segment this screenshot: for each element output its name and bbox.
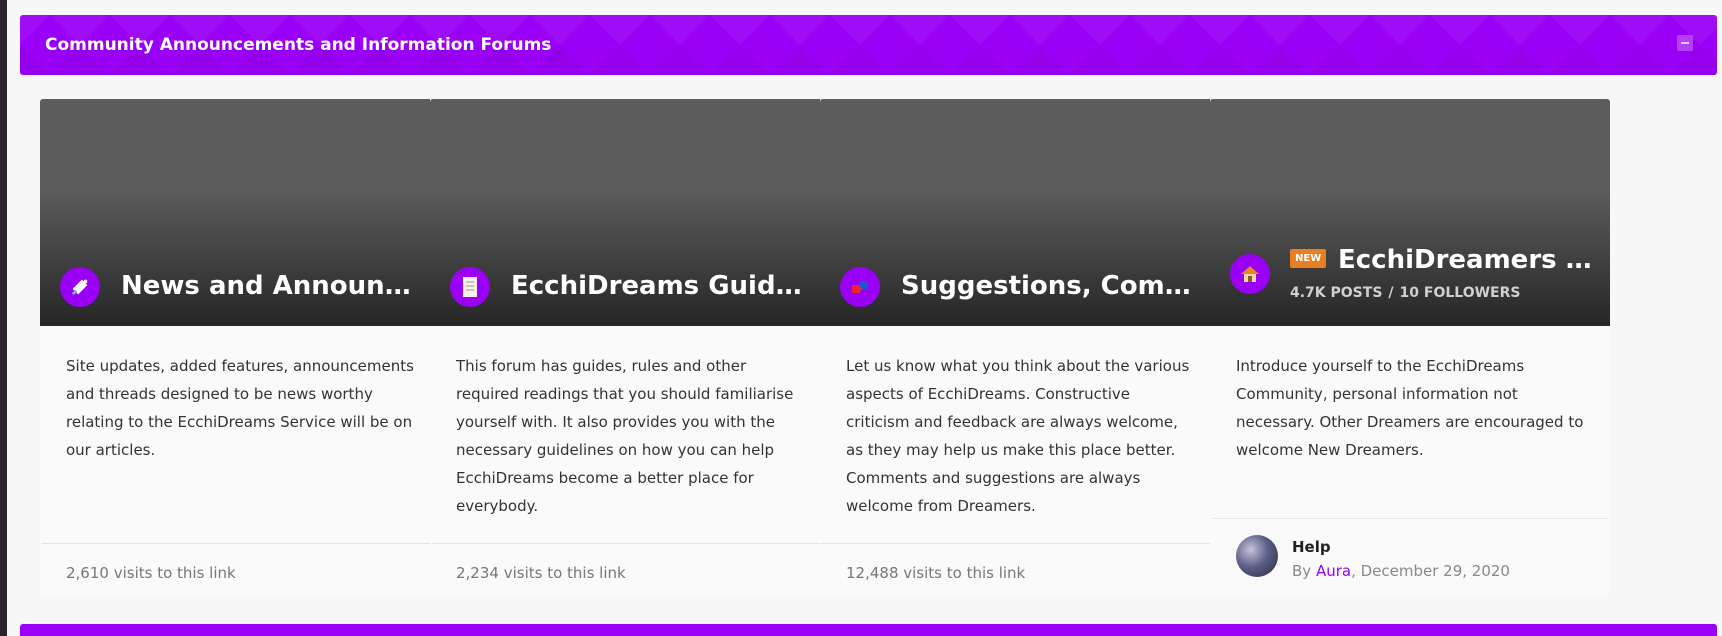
forum-description: This forum has guides, rules and other r… — [456, 357, 794, 515]
megaphone-icon — [60, 267, 100, 307]
forum-card[interactable]: NEW EcchiDreamers Welcome 4.7K POSTS / 10 … — [1210, 99, 1610, 596]
forum-title[interactable]: Suggestions, Comments and Feedback — [901, 271, 1196, 301]
last-post-title[interactable]: Help — [1292, 538, 1331, 556]
forum-description: Introduce yourself to the EcchiDreams Co… — [1236, 357, 1584, 459]
follower-count: 10 FOLLOWERS — [1399, 285, 1521, 301]
category-title: Community Announcements and Information … — [45, 35, 552, 55]
house-icon — [1230, 254, 1270, 294]
forum-cover[interactable]: News and Announcements — [40, 99, 440, 326]
minus-icon — [1681, 42, 1689, 44]
forum-cover[interactable]: Suggestions, Comments and Feedback — [820, 99, 1220, 326]
forum-title[interactable]: EcchiDreams Guides, Rules and Informatio… — [511, 271, 806, 301]
divider — [42, 543, 438, 544]
avatar[interactable] — [1236, 535, 1278, 577]
document-icon — [450, 267, 490, 307]
visit-count: 12,488 visits to this link — [846, 564, 1026, 582]
category-header: Community Announcements and Information … — [20, 15, 1717, 75]
by-label: By — [1292, 562, 1312, 580]
forum-cover[interactable]: EcchiDreams Guides, Rules and Informatio… — [430, 99, 830, 326]
visit-count: 2,234 visits to this link — [456, 564, 626, 582]
forum-description: Site updates, added features, announceme… — [66, 357, 414, 459]
visit-count: 2,610 visits to this link — [66, 564, 236, 582]
stats-separator: / — [1388, 285, 1394, 301]
forum-card[interactable]: News and Announcements Site updates, add… — [40, 99, 440, 596]
forum-cover[interactable]: NEW EcchiDreamers Welcome 4.7K POSTS / 10 … — [1210, 99, 1610, 326]
forum-description: Let us know what you think about the var… — [846, 357, 1190, 515]
author-link[interactable]: Aura — [1316, 562, 1351, 580]
last-post-meta: By Aura, December 29, 2020 — [1292, 562, 1510, 580]
divider — [1212, 518, 1608, 519]
collapse-button[interactable] — [1677, 35, 1693, 51]
forum-stats: 4.7K POSTS / 10 FOLLOWERS — [1290, 285, 1520, 301]
next-category-header[interactable] — [20, 624, 1717, 636]
post-date: , December 29, 2020 — [1351, 562, 1510, 580]
divider — [432, 543, 828, 544]
forum-card[interactable]: EcchiDreams Guides, Rules and Informatio… — [430, 99, 830, 596]
forum-card[interactable]: Suggestions, Comments and Feedback Let u… — [820, 99, 1220, 596]
divider — [822, 543, 1218, 544]
forum-category: Community Announcements and Information … — [20, 15, 1717, 75]
forum-title[interactable]: News and Announcements — [121, 271, 416, 301]
new-badge: NEW — [1290, 249, 1327, 268]
forum-title[interactable]: EcchiDreamers Welcome — [1338, 245, 1593, 275]
post-count: 4.7K POSTS — [1290, 285, 1383, 301]
puzzle-icon — [840, 267, 880, 307]
left-rail — [0, 0, 7, 636]
